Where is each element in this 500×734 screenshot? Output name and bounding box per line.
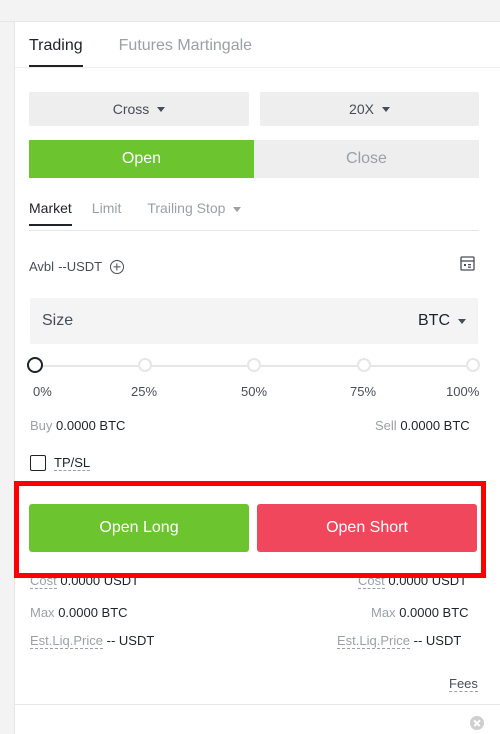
sell-amount: Sell 0.0000 BTC <box>375 418 470 433</box>
sell-value: 0.0000 BTC <box>400 418 470 433</box>
tpsl-checkbox[interactable] <box>30 455 46 471</box>
tab-futures-martingale[interactable]: Futures Martingale <box>119 36 252 67</box>
fees-link[interactable]: Fees <box>449 676 478 692</box>
tpsl-label: TP/SL <box>54 455 91 471</box>
open-tab[interactable]: Open <box>29 140 254 178</box>
slider-label-50: 50% <box>241 384 268 399</box>
tabs-divider <box>15 67 500 68</box>
chevron-down-icon <box>233 206 242 212</box>
max-left: Max 0.0000 BTC <box>30 605 128 620</box>
max-left-value: 0.0000 BTC <box>58 605 128 620</box>
order-tabs-divider <box>29 230 479 231</box>
max-right-value: 0.0000 BTC <box>399 605 469 620</box>
slider-mark-25[interactable] <box>137 358 152 372</box>
chevron-down-icon <box>157 106 166 112</box>
tpsl-toggle[interactable]: TP/SL <box>30 455 91 471</box>
tab-limit[interactable]: Limit <box>92 200 122 230</box>
liq-left-value: -- USDT <box>106 633 155 648</box>
max-right: Max 0.0000 BTC <box>371 605 469 620</box>
liq-price-right: Est.Liq.Price -- USDT <box>337 633 462 649</box>
size-unit-select[interactable]: BTC <box>418 312 466 330</box>
tab-trading[interactable]: Trading <box>29 36 83 67</box>
close-tab[interactable]: Close <box>254 140 479 178</box>
liq-right-value: -- USDT <box>413 633 462 648</box>
avbl-value: --USDT <box>58 259 103 274</box>
top-strip <box>0 0 500 22</box>
buy-value: 0.0000 BTC <box>56 418 126 433</box>
add-funds-icon[interactable] <box>110 259 125 274</box>
open-long-button[interactable]: Open Long <box>29 504 249 552</box>
margin-mode-select[interactable]: Cross <box>29 92 249 126</box>
size-unit-label: BTC <box>418 312 450 329</box>
slider-label-0: 0% <box>33 384 52 399</box>
leverage-label: 20X <box>349 101 374 117</box>
slider-mark-100[interactable] <box>466 358 480 372</box>
left-gap <box>0 22 14 734</box>
liq-label: Est.Liq.Price <box>337 633 410 649</box>
sell-label: Sell <box>375 418 397 433</box>
leverage-select[interactable]: 20X <box>260 92 479 126</box>
tab-market-label: Market <box>29 200 72 226</box>
close-icon[interactable] <box>470 716 484 730</box>
chevron-down-icon <box>458 318 466 324</box>
size-slider[interactable] <box>27 357 480 374</box>
tab-trailing-stop[interactable]: Trailing Stop <box>147 200 242 230</box>
trading-panel: Trading Futures Martingale Cross 20X Ope… <box>14 22 500 734</box>
slider-mark-0[interactable] <box>27 357 43 373</box>
bottom-divider <box>15 704 500 705</box>
tab-limit-label: Limit <box>91 200 122 216</box>
calculator-icon[interactable] <box>460 256 475 271</box>
buy-label: Buy <box>30 418 53 433</box>
tab-market[interactable]: Market <box>29 200 72 230</box>
max-label: Max <box>30 605 55 620</box>
panel-tabs: Trading Futures Martingale <box>29 36 252 80</box>
liq-label: Est.Liq.Price <box>30 633 103 649</box>
slider-label-25: 25% <box>131 384 158 399</box>
margin-mode-label: Cross <box>112 101 150 117</box>
order-type-tabs: Market Limit Trailing Stop <box>29 200 242 230</box>
open-short-button[interactable]: Open Short <box>257 504 477 552</box>
size-placeholder: Size <box>42 312 74 329</box>
slider-label-100: 100% <box>446 384 480 399</box>
open-close-toggle: Open Close <box>29 140 479 178</box>
size-input[interactable]: Size BTC <box>30 298 478 344</box>
max-label: Max <box>371 605 396 620</box>
slider-label-75: 75% <box>350 384 377 399</box>
tab-trailing-stop-label: Trailing Stop <box>147 200 226 216</box>
buy-amount: Buy 0.0000 BTC <box>30 418 125 433</box>
liq-price-left: Est.Liq.Price -- USDT <box>30 633 155 649</box>
available-balance: Avbl --USDT <box>29 259 125 274</box>
slider-mark-75[interactable] <box>356 358 371 372</box>
avbl-label: Avbl <box>29 259 55 274</box>
slider-mark-50[interactable] <box>247 358 261 372</box>
chevron-down-icon <box>381 106 390 112</box>
